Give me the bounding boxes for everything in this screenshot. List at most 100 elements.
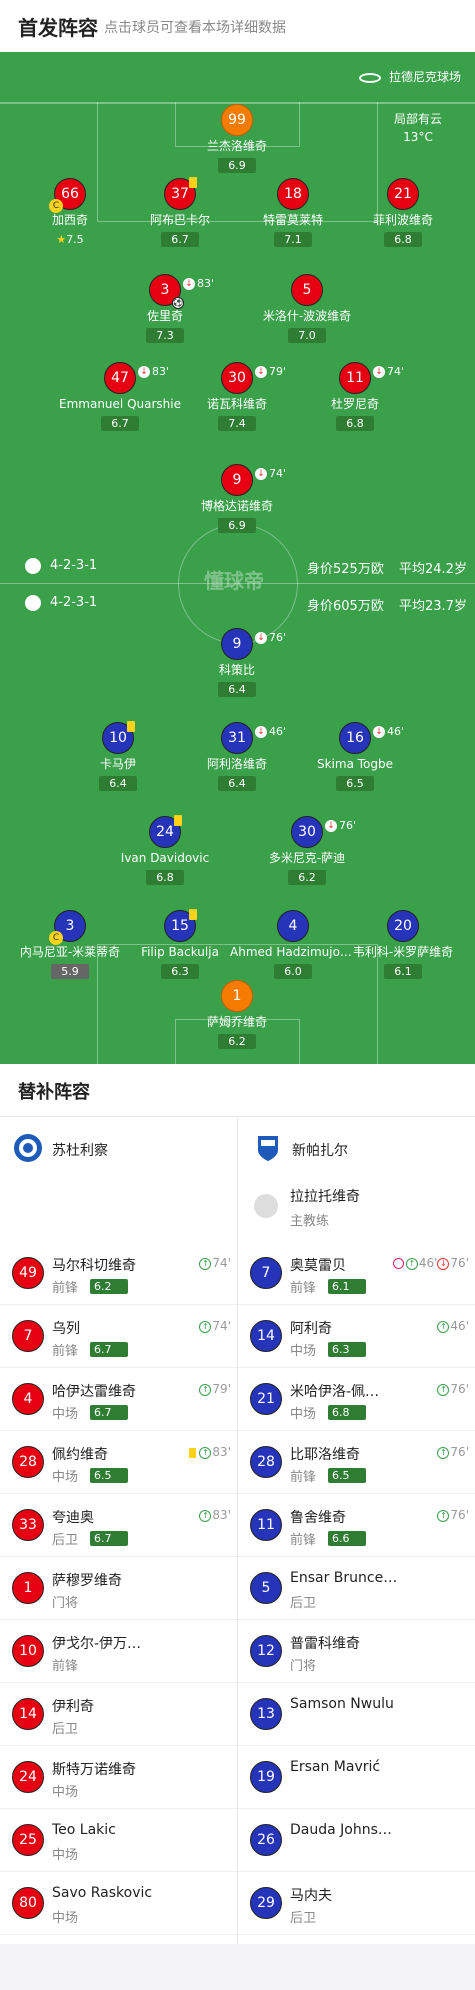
- home-sub-player[interactable]: 80 Savo Raskovic 中场: [0, 1872, 237, 1935]
- jersey-number: 30 ↓ 79': [221, 362, 286, 394]
- away-player[interactable]: 9 ↓ 76' 科策比 6.4: [172, 628, 302, 697]
- player-name: 伊戈尔-伊万…: [52, 1636, 142, 1652]
- player-rating: 6.9: [218, 518, 256, 533]
- player-position: 中场: [290, 1344, 317, 1359]
- player-rating: 6.7: [90, 1531, 128, 1546]
- away-player[interactable]: 15 Filip Backulja 6.3: [115, 909, 245, 979]
- home-sub-player[interactable]: 28 佩约维奇 中场 6.5 ↑ 83': [0, 1431, 237, 1494]
- away-sub-player[interactable]: 7 奥莫雷贝 前锋 6.1 ↑ 46' ↓ 76': [238, 1242, 475, 1305]
- away-sub-player[interactable]: 28 比耶洛维奇 前锋 6.5 ↑ 76': [238, 1431, 475, 1494]
- jersey-number: 9 ↓ 76': [221, 628, 286, 660]
- player-name: Teo Lakic: [52, 1822, 116, 1838]
- jersey-number: 5: [250, 1572, 282, 1604]
- player-name: 斯特万诺维奇: [52, 1762, 136, 1778]
- sub-off-time: ↓ 79': [255, 357, 286, 387]
- sub-in-icon: ↑: [437, 1509, 450, 1522]
- player-rating: 6.7: [161, 232, 199, 247]
- away-player[interactable]: 31 ↓ 46' 阿利洛维奇 6.4: [172, 722, 302, 791]
- player-rating: 6.8: [384, 232, 422, 247]
- jersey-number: 29: [250, 1887, 282, 1919]
- away-player[interactable]: 10 卡马伊 6.4: [53, 721, 183, 791]
- home-sub-player[interactable]: 7 乌列 前锋 6.7 ↑ 74': [0, 1305, 237, 1368]
- away-player[interactable]: 1 萨姆乔维奇 6.2: [172, 980, 302, 1049]
- home-player[interactable]: 9 ↓ 74' 博格达诺维奇 6.9: [172, 464, 302, 533]
- home-sub-player[interactable]: 49 马尔科切维奇 前锋 6.2 ↑ 74': [0, 1242, 237, 1305]
- away-coach[interactable]: 拉拉托维奇 主教练: [246, 1180, 466, 1240]
- player-position: 中场: [52, 1848, 79, 1863]
- home-sub-player[interactable]: 24 斯特万诺维奇 中场: [0, 1746, 237, 1809]
- jersey-number: 21: [387, 178, 419, 210]
- player-rating: 6.5: [336, 776, 374, 791]
- sub-in-icon: ↑: [199, 1257, 212, 1270]
- home-player[interactable]: 3 ↓ 83' ⚽ 佐里奇 7.3: [100, 274, 230, 343]
- home-sub-player[interactable]: 4 哈伊达雷维奇 中场 6.7 ↑ 79': [0, 1368, 237, 1431]
- home-sub-player[interactable]: 1 萨穆罗维奇 门将: [0, 1557, 237, 1620]
- player-rating: ★7.5: [56, 233, 84, 246]
- player-position: 后卫: [290, 1596, 317, 1611]
- away-sub-player[interactable]: 14 阿利奇 中场 6.3 ↑ 46': [238, 1305, 475, 1368]
- jersey-number: 7: [12, 1320, 44, 1352]
- yellow-card-icon: [174, 815, 182, 826]
- away-player[interactable]: 24 Ivan Davidovic 6.8: [100, 815, 230, 885]
- yellow-card-icon: [127, 721, 135, 732]
- jersey-number: 4: [277, 910, 309, 942]
- home-player[interactable]: 99 兰杰洛维奇 6.9: [172, 104, 302, 173]
- sub-off-time: ↓ 76': [325, 811, 356, 841]
- away-sub-player[interactable]: 11 鲁舍维奇 前锋 6.6 ↑ 76': [238, 1494, 475, 1557]
- jersey-number: 9 ↓ 74': [221, 464, 286, 496]
- jersey-number: 19: [250, 1761, 282, 1793]
- sub-off-time: ↓ 74': [255, 459, 286, 489]
- sub-off-time: ↓ 76': [255, 623, 286, 653]
- player-name: Ivan Davidovic: [120, 851, 210, 865]
- away-team-header[interactable]: 新帕扎尔: [240, 1118, 470, 1178]
- player-name: 博格达诺维奇: [200, 499, 273, 513]
- jersey-number: 13: [250, 1698, 282, 1730]
- away-sub-player[interactable]: 19 Ersan Mavrić: [238, 1746, 475, 1809]
- player-rating: 6.2: [288, 870, 326, 885]
- sub-event: ↑ 74': [199, 1256, 231, 1270]
- jersey-number: 5: [291, 274, 323, 306]
- sub-in-icon: ↑: [199, 1509, 212, 1522]
- away-sub-player[interactable]: 26 Dauda Johns…: [238, 1809, 475, 1872]
- away-sub-player[interactable]: 12 普雷科维奇 门将: [238, 1620, 475, 1683]
- player-name: 卡马伊: [99, 757, 136, 771]
- player-name: 阿利奇: [290, 1321, 332, 1337]
- player-name: Dauda Johns…: [290, 1822, 392, 1838]
- page-subtitle: 点击球员可查看本场详细数据: [104, 20, 286, 36]
- home-sub-player[interactable]: 14 伊利奇 后卫: [0, 1683, 237, 1746]
- away-sub-player[interactable]: 13 Samson Nwulu: [238, 1683, 475, 1746]
- home-player[interactable]: 47 ↓ 83' Emmanuel Quarshie 6.7: [55, 362, 185, 431]
- jersey-number: 25: [12, 1824, 44, 1856]
- home-team-header[interactable]: 苏杜利察: [0, 1118, 230, 1178]
- page-header: 首发阵容 点击球员可查看本场详细数据: [0, 0, 475, 52]
- home-sub-player[interactable]: 10 伊戈尔-伊万… 前锋: [0, 1620, 237, 1683]
- sub-event: ↑ 74': [199, 1319, 231, 1333]
- sub-in-icon: ↑: [199, 1446, 212, 1459]
- away-sub-player[interactable]: 29 马内夫 后卫: [238, 1872, 475, 1935]
- away-sub-player[interactable]: 21 米哈伊洛-佩… 中场 6.8 ↑ 76': [238, 1368, 475, 1431]
- jersey-number: 24: [12, 1761, 44, 1793]
- away-sub-player[interactable]: 5 Ensar Brunce… 后卫: [238, 1557, 475, 1620]
- player-name: 米哈伊洛-佩…: [290, 1384, 380, 1400]
- player-name: 萨姆乔维奇: [206, 1015, 267, 1029]
- home-sub-player[interactable]: 25 Teo Lakic 中场: [0, 1809, 237, 1872]
- home-player[interactable]: 11 ↓ 74' 杜罗尼奇 6.8: [290, 362, 420, 431]
- away-player[interactable]: 16 ↓ 46' Skima Togbe 6.5: [290, 722, 420, 791]
- player-name: 菲利波维奇: [372, 213, 433, 227]
- home-player[interactable]: 30 ↓ 79' 诺瓦科维奇 7.4: [172, 362, 302, 431]
- away-player[interactable]: 30 ↓ 76' 多米尼克-萨迪 6.2: [242, 816, 372, 885]
- away-team-logo-icon: [258, 1136, 278, 1161]
- home-sub-player[interactable]: 33 夸迪奥 后卫 6.7 ↑ 83': [0, 1494, 237, 1557]
- stadium-label: 拉德尼克球场: [358, 68, 461, 85]
- away-player[interactable]: 20 韦利科-米罗萨维奇 6.1: [338, 910, 468, 979]
- home-player[interactable]: 5 米洛什-波波维奇 7.0: [242, 274, 372, 343]
- jersey-number: 24: [149, 815, 182, 848]
- home-player[interactable]: 21 菲利波维奇 6.8: [338, 178, 468, 247]
- jersey-number: 16 ↓ 46': [339, 722, 404, 754]
- player-rating: 6.7: [90, 1342, 128, 1357]
- player-rating: 6.8: [328, 1405, 366, 1420]
- page-title: 首发阵容: [18, 16, 98, 40]
- home-player[interactable]: 37 阿布巴卡尔 6.7: [115, 177, 245, 247]
- player-position: 前锋: [52, 1344, 79, 1359]
- player-position: 后卫: [290, 1911, 317, 1926]
